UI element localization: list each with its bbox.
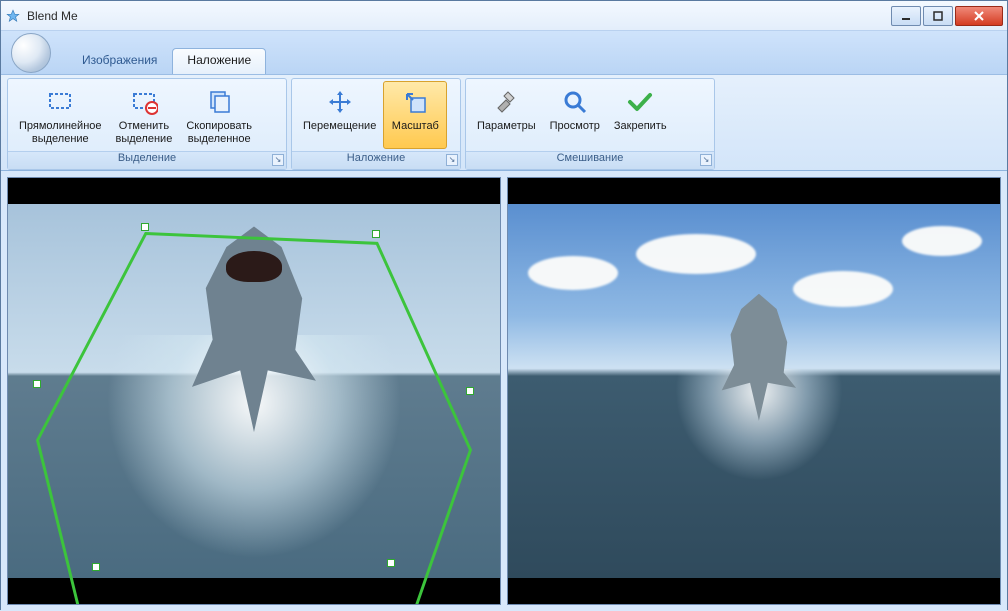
preview-label: Просмотр [550,120,600,133]
blend-launcher-icon[interactable]: ↘ [700,154,712,166]
selection-handle[interactable] [33,380,41,388]
selection-handle[interactable] [387,559,395,567]
params-icon [490,86,522,118]
copy-select-label: Скопировать выделенное [186,120,252,146]
tab-images[interactable]: Изображения [67,48,172,74]
rect-select-button[interactable]: Прямолинейное выделение [12,81,109,149]
cloud-graphic [636,234,756,274]
workspace [1,171,1007,611]
apply-icon [624,86,656,118]
selection-handle[interactable] [372,230,380,238]
selection-handle[interactable] [141,223,149,231]
ribbon-tabs: Изображения Наложение [67,48,266,74]
copy-select-icon [203,86,235,118]
selection-launcher-icon[interactable]: ↘ [272,154,284,166]
rect-select-label: Прямолинейное выделение [19,120,102,146]
ribbon: Прямолинейное выделение Отменить выделен… [1,75,1007,171]
target-image [508,204,1000,578]
group-caption-blend-label: Смешивание [557,152,624,164]
header-row: Изображения Наложение [1,31,1007,75]
ribbon-group-selection: Прямолинейное выделение Отменить выделен… [7,78,287,170]
window-title: Blend Me [27,9,891,23]
titlebar: Blend Me [1,1,1007,31]
close-button[interactable] [955,6,1003,26]
overlay-launcher-icon[interactable]: ↘ [446,154,458,166]
window-buttons [891,6,1003,26]
group-caption-overlay-label: Наложение [347,152,405,164]
source-image-canvas [8,204,500,578]
ribbon-group-overlay: Перемещение Масштаб Наложение ↘ [291,78,461,170]
app-star-icon [5,8,21,24]
cloud-graphic [528,256,618,290]
cloud-graphic [902,226,982,256]
scale-icon [399,86,431,118]
selection-handle[interactable] [466,387,474,395]
preview-button[interactable]: Просмотр [543,81,607,149]
apply-button[interactable]: Закрепить [607,81,674,149]
minimize-button[interactable] [891,6,921,26]
move-label: Перемещение [303,120,376,133]
target-image-panel[interactable] [507,177,1001,605]
cloud-graphic [793,271,893,307]
group-caption-selection: Выделение ↘ [8,151,286,169]
target-image-canvas [508,204,1000,578]
scale-button[interactable]: Масштаб [383,81,447,149]
selection-handle[interactable] [92,563,100,571]
source-image [8,204,500,578]
cancel-select-label: Отменить выделение [116,120,173,146]
cancel-select-button[interactable]: Отменить выделение [109,81,180,149]
move-icon [324,86,356,118]
params-button[interactable]: Параметры [470,81,543,149]
params-label: Параметры [477,120,536,133]
ribbon-group-blend: Параметры Просмотр Закрепить Смешивание … [465,78,715,170]
rect-select-icon [44,86,76,118]
tab-overlay[interactable]: Наложение [172,48,266,74]
scale-label: Масштаб [392,120,439,133]
group-caption-blend: Смешивание ↘ [466,151,714,169]
maximize-button[interactable] [923,6,953,26]
move-button[interactable]: Перемещение [296,81,383,149]
selection-polygon[interactable] [8,204,500,605]
copy-select-button[interactable]: Скопировать выделенное [179,81,259,149]
preview-icon [559,86,591,118]
app-menu-orb[interactable] [11,33,51,73]
group-caption-overlay: Наложение ↘ [292,151,460,169]
group-caption-selection-label: Выделение [118,152,176,164]
apply-label: Закрепить [614,120,667,133]
cancel-select-icon [128,86,160,118]
source-image-panel[interactable] [7,177,501,605]
